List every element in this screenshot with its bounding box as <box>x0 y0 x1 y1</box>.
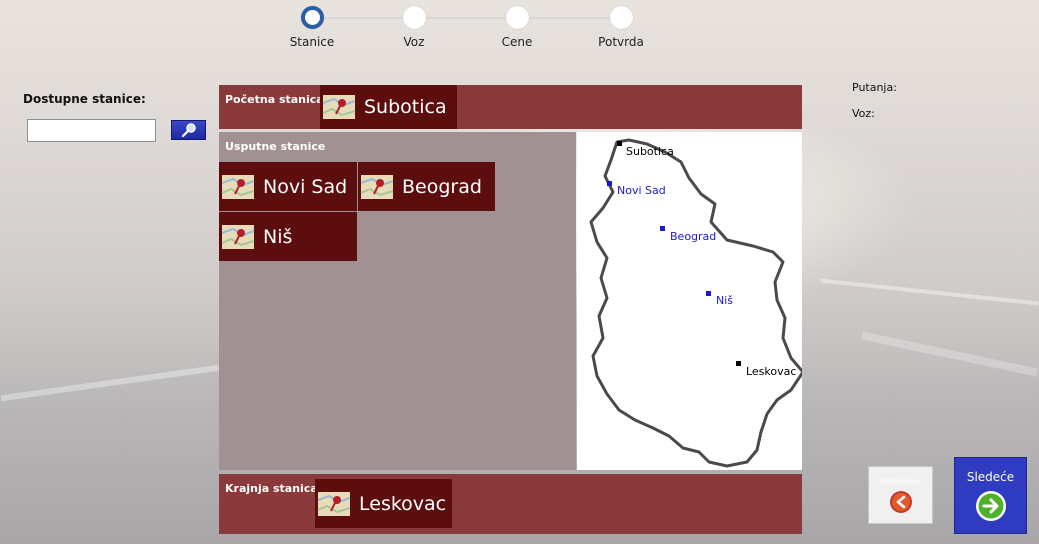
map-pin-icon <box>221 174 255 199</box>
map-point-nis[interactable]: Niš <box>706 291 733 307</box>
map-point-novi-sad[interactable]: Novi Sad <box>607 181 666 197</box>
map-point-marker <box>736 361 741 366</box>
arrow-left-icon <box>889 490 912 513</box>
step-dot <box>402 6 426 29</box>
station-name: Leskovac <box>359 492 447 515</box>
previous-button-label: Prethodno <box>880 476 921 486</box>
map-pin-icon <box>317 491 351 516</box>
step-dot <box>505 6 529 29</box>
map-point-beograd[interactable]: Beograd <box>660 226 716 243</box>
station-name: Niš <box>263 225 293 248</box>
via-stations-panel: Usputne stanice Novi Sad Beograd Niš <box>219 132 576 470</box>
map-pin-icon <box>221 224 255 249</box>
station-tile-via[interactable]: Niš <box>219 212 357 261</box>
station-tile-via[interactable]: Novi Sad <box>219 162 357 211</box>
arrow-right-icon <box>975 490 1006 521</box>
start-station-label: Početna stanica: <box>225 93 329 106</box>
step-dot-active <box>300 6 324 29</box>
map-point-label: Beograd <box>670 230 716 243</box>
step-stanice[interactable]: Stanice <box>270 6 354 49</box>
step-label: Potvrda <box>598 35 644 49</box>
station-tile-via[interactable]: Beograd <box>358 162 495 211</box>
previous-button[interactable]: Prethodno <box>868 466 933 524</box>
start-station-panel: Početna stanica: Subotica <box>219 85 802 129</box>
map-point-label: Leskovac <box>746 365 796 378</box>
step-label: Stanice <box>289 35 335 49</box>
next-button[interactable]: Sledeće <box>954 457 1027 534</box>
end-station-label: Krajnja stanica: <box>225 482 323 495</box>
step-potvrda[interactable]: Potvrda <box>579 6 663 49</box>
route-label: Putanja: <box>852 81 897 94</box>
station-name: Beograd <box>402 175 482 198</box>
map-point-marker <box>607 181 612 186</box>
map-point-marker <box>660 226 665 231</box>
map-svg: Subotica Novi Sad Beograd Niš Leskovac <box>589 138 805 468</box>
search-button[interactable] <box>171 120 206 140</box>
station-tile-end[interactable]: Leskovac <box>315 479 452 528</box>
station-name: Novi Sad <box>263 175 348 198</box>
map-point-label: Niš <box>716 294 733 307</box>
step-label: Cene <box>501 35 533 49</box>
serbia-map: Subotica Novi Sad Beograd Niš Leskovac <box>577 132 805 470</box>
step-voz[interactable]: Voz <box>372 6 456 49</box>
map-point-leskovac[interactable]: Leskovac <box>736 361 796 378</box>
map-point-marker <box>617 141 622 146</box>
map-pin-icon <box>360 174 394 199</box>
station-name: Subotica <box>364 96 447 118</box>
end-station-panel: Krajnja stanica: Leskovac <box>219 474 802 534</box>
station-search-input[interactable] <box>27 119 156 142</box>
map-point-marker <box>706 291 711 296</box>
via-stations-label: Usputne stanice <box>225 140 326 153</box>
available-stations-title: Dostupne stanice: <box>23 92 146 106</box>
next-button-label: Sledeće <box>966 469 1015 484</box>
step-cene[interactable]: Cene <box>475 6 559 49</box>
step-label: Voz <box>403 35 425 49</box>
wizard-stepper: Stanice Voz Cene Potvrda <box>270 4 670 54</box>
magnifier-icon <box>181 123 196 138</box>
station-tile-start[interactable]: Subotica <box>320 85 457 129</box>
step-dot <box>609 6 633 29</box>
map-point-label: Novi Sad <box>617 184 666 197</box>
map-pin-icon <box>322 95 356 119</box>
train-label: Voz: <box>852 107 875 120</box>
map-point-label: Subotica <box>626 145 674 158</box>
